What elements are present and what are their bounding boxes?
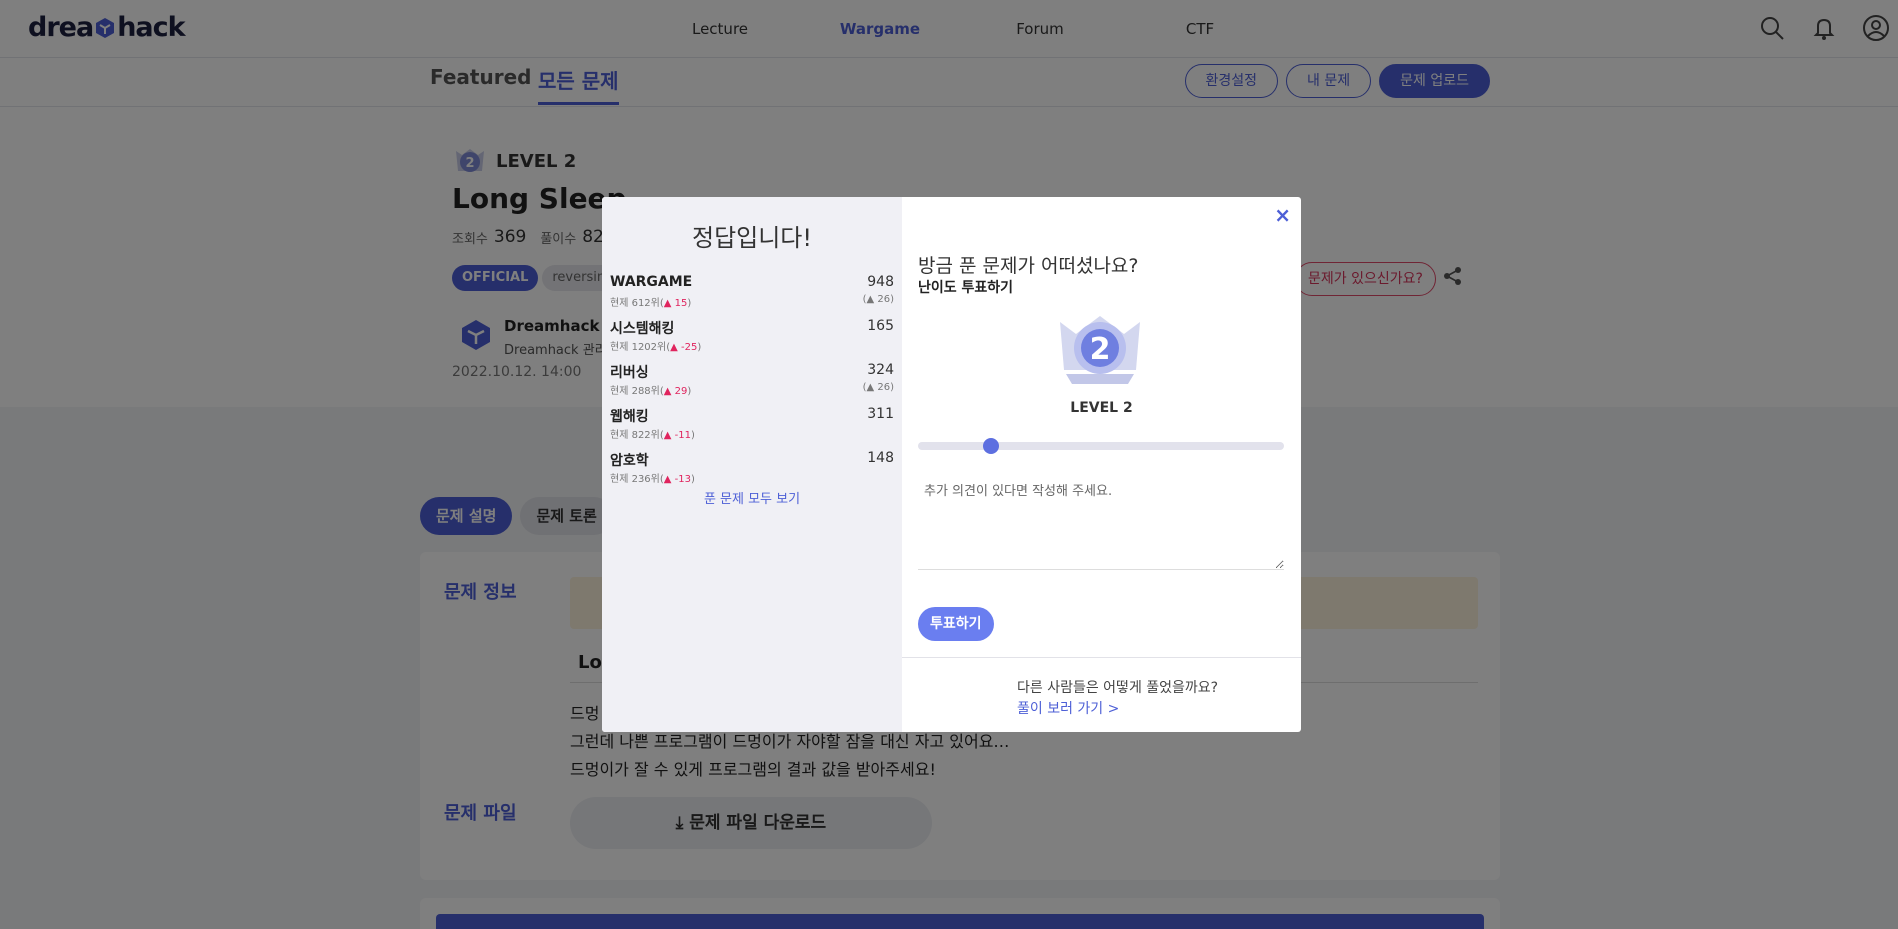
view-solutions-link[interactable]: 풀이 보러 가기 >	[1017, 698, 1119, 718]
score-rank: 현제 236위(▲ -13)	[610, 474, 695, 485]
rank-change: ▲ -13	[663, 474, 691, 485]
rank-change: ▲ 29	[663, 386, 688, 397]
score-delta: (▲ 26)	[862, 294, 894, 305]
score-value: 148	[867, 450, 894, 466]
vote-submit-button[interactable]: 투표하기	[918, 607, 994, 641]
score-rank: 현제 288위(▲ 29)	[610, 386, 692, 397]
see-all-solved-link[interactable]: 푼 문제 모두 보기	[602, 488, 902, 507]
score-row-reversing: 리버싱 324 현제 288위(▲ 29) (▲ 26)	[610, 362, 894, 402]
score-value: 324	[867, 362, 894, 378]
score-row-crypto: 암호학 148 현제 236위(▲ -13)	[610, 450, 894, 490]
score-category: 웹해킹	[610, 409, 649, 425]
comment-textarea[interactable]	[918, 472, 1284, 570]
score-rank: 현제 612위(▲ 15)	[610, 298, 692, 309]
score-value: 948	[867, 274, 894, 290]
others-solutions-question: 다른 사람들은 어떻게 풀었을까요?	[1017, 680, 1219, 696]
score-category: 리버싱	[610, 365, 649, 381]
rank-change: ▲ -25	[670, 342, 698, 353]
correct-heading: 정답입니다!	[691, 224, 813, 252]
difficulty-vote-label: 난이도 투표하기	[918, 280, 1014, 296]
score-delta: (▲ 26)	[862, 382, 894, 393]
difficulty-slider[interactable]	[918, 438, 1284, 454]
score-value: 165	[867, 318, 894, 334]
selected-level-text: LEVEL 2	[1070, 400, 1133, 416]
correct-answer-modal: 정답입니다! WARGAME 948 현제 612위(▲ 15) (▲ 26) …	[602, 197, 1301, 732]
close-icon[interactable]: ×	[1274, 203, 1291, 227]
badge-number: 2	[1090, 332, 1111, 367]
feedback-question: 방금 푼 문제가 어떠셨나요?	[918, 255, 1139, 277]
score-panel: 정답입니다! WARGAME 948 현제 612위(▲ 15) (▲ 26) …	[602, 197, 902, 732]
rank-change: ▲ -11	[663, 430, 691, 441]
slider-thumb[interactable]	[983, 438, 1000, 454]
score-rank: 현제 1202위(▲ -25)	[610, 342, 702, 353]
score-category: 암호학	[610, 453, 649, 469]
level-2-badge-icon: 2	[1060, 316, 1140, 384]
modal-divider	[902, 657, 1301, 658]
score-row-wargame: WARGAME 948 현제 612위(▲ 15) (▲ 26)	[610, 274, 894, 314]
score-category: 시스템해킹	[610, 321, 675, 337]
score-row-system: 시스템해킹 165 현제 1202위(▲ -25)	[610, 318, 894, 358]
score-rank: 현제 822위(▲ -11)	[610, 430, 695, 441]
score-row-web: 웹해킹 311 현제 822위(▲ -11)	[610, 406, 894, 446]
rank-change: ▲ 15	[663, 298, 688, 309]
score-value: 311	[867, 406, 894, 422]
vote-panel: × 방금 푼 문제가 어떠셨나요? 난이도 투표하기 2 LEVEL 2 투표하…	[902, 197, 1301, 732]
score-category: WARGAME	[610, 274, 693, 290]
